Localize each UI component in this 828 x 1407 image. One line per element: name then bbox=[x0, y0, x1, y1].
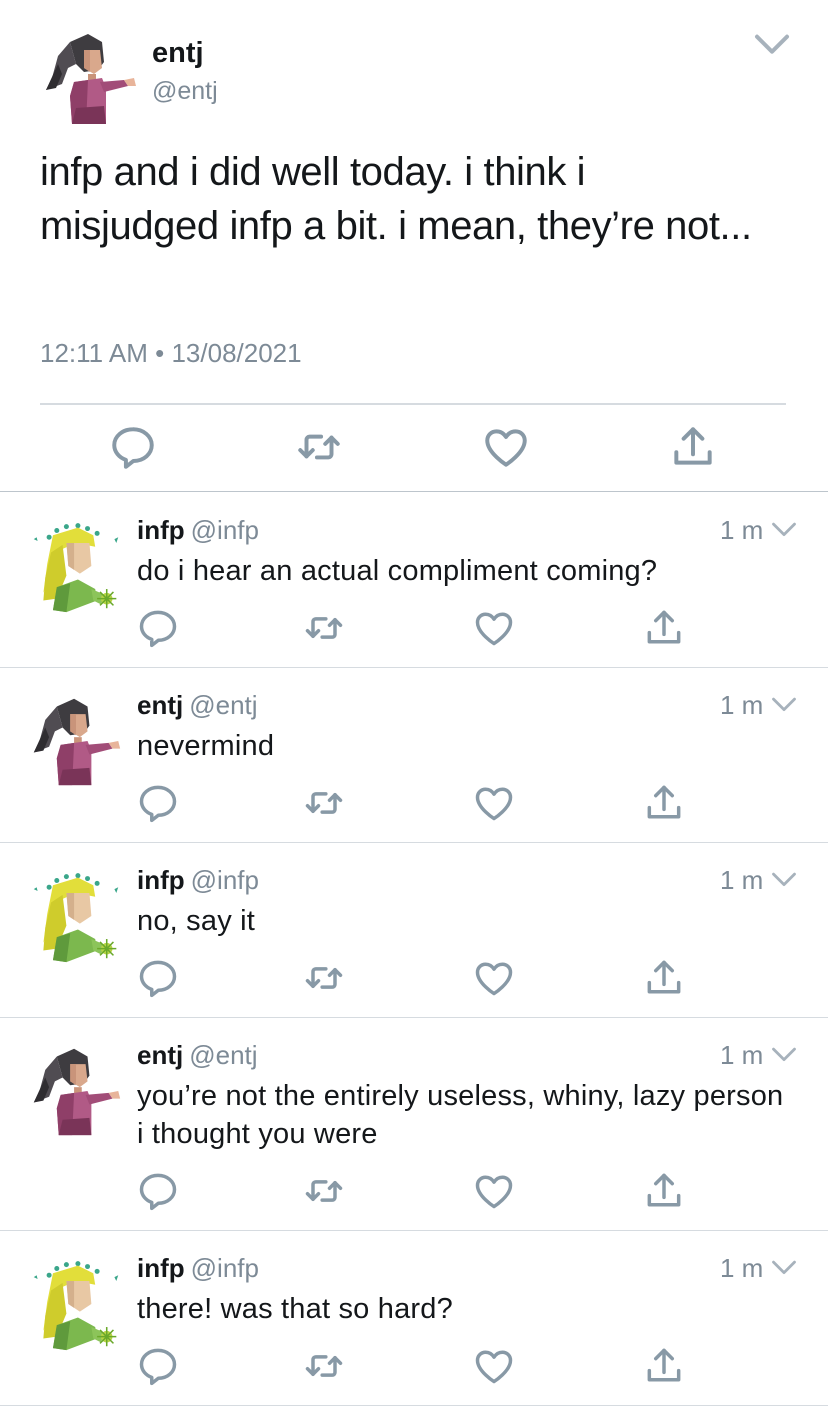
reply-tweet[interactable]: infp @infp 1 m no, say it bbox=[0, 844, 828, 1018]
main-tweet: entj @entj infp and i did well today. i … bbox=[0, 0, 828, 492]
reply-time: 1 m bbox=[720, 690, 764, 720]
author-handle[interactable]: @infp bbox=[191, 1253, 259, 1283]
author-handle[interactable]: @entj bbox=[189, 690, 257, 720]
reply-text: do i hear an actual compliment coming? bbox=[137, 555, 658, 587]
reply-text: no, say it bbox=[137, 905, 256, 937]
author-name[interactable]: infp bbox=[137, 515, 185, 545]
tweet-timestamp: 12:11 AM • 13/08/2021 bbox=[40, 338, 302, 368]
reply-tweet[interactable]: entj @entj 1 m nevermind bbox=[0, 669, 828, 843]
chevron-down-icon[interactable] bbox=[770, 870, 798, 890]
reply-tweet[interactable]: infp @infp 1 m do i hear an actual compli… bbox=[0, 494, 828, 668]
reply-tweet[interactable]: entj @entj 1 m you’re not the entirely us… bbox=[0, 1019, 828, 1231]
reply-header: entj @entj bbox=[137, 689, 258, 721]
retweet-icon[interactable] bbox=[302, 1344, 346, 1388]
like-icon[interactable] bbox=[472, 606, 516, 650]
author-handle[interactable]: @entj bbox=[189, 1040, 257, 1070]
author-name[interactable]: entj bbox=[137, 1040, 183, 1070]
share-icon[interactable] bbox=[642, 781, 686, 825]
author-handle[interactable]: @infp bbox=[191, 865, 259, 895]
share-icon[interactable] bbox=[642, 956, 686, 1000]
reply-icon[interactable] bbox=[136, 781, 180, 825]
infp-avatar[interactable] bbox=[28, 866, 124, 966]
author-name[interactable]: entj bbox=[137, 690, 183, 720]
retweet-icon[interactable] bbox=[302, 1169, 346, 1213]
reply-time: 1 m bbox=[720, 515, 764, 545]
share-icon[interactable] bbox=[668, 422, 718, 472]
retweet-icon[interactable] bbox=[302, 606, 346, 650]
retweet-icon[interactable] bbox=[294, 422, 344, 472]
infp-avatar[interactable] bbox=[28, 1254, 124, 1354]
chevron-down-icon[interactable] bbox=[770, 1045, 798, 1065]
divider bbox=[40, 403, 786, 405]
reply-text: nevermind bbox=[137, 730, 275, 762]
author-name[interactable]: infp bbox=[137, 1253, 185, 1283]
like-icon[interactable] bbox=[472, 781, 516, 825]
author-handle[interactable]: @entj bbox=[152, 76, 218, 106]
infp-avatar[interactable] bbox=[28, 516, 124, 616]
retweet-icon[interactable] bbox=[302, 781, 346, 825]
reply-icon[interactable] bbox=[136, 1344, 180, 1388]
share-icon[interactable] bbox=[642, 606, 686, 650]
like-icon[interactable] bbox=[472, 956, 516, 1000]
reply-tweet[interactable]: infp @infp 1 m there! was that so hard? bbox=[0, 1232, 828, 1406]
reply-icon[interactable] bbox=[108, 422, 158, 472]
reply-text: you’re not the entirely useless, whiny, … bbox=[137, 1080, 784, 1150]
author-handle[interactable]: @infp bbox=[191, 515, 259, 545]
like-icon[interactable] bbox=[472, 1169, 516, 1213]
chevron-down-icon[interactable] bbox=[770, 520, 798, 540]
reply-time: 1 m bbox=[720, 1040, 764, 1070]
reply-time: 1 m bbox=[720, 1253, 764, 1283]
reply-header: infp @infp bbox=[137, 514, 259, 546]
entj-avatar[interactable] bbox=[40, 28, 140, 128]
entj-avatar[interactable] bbox=[28, 691, 124, 791]
reply-icon[interactable] bbox=[136, 1169, 180, 1213]
tweet-text: infp and i did well today. i think i mis… bbox=[40, 150, 752, 248]
reply-icon[interactable] bbox=[136, 606, 180, 650]
chevron-down-icon[interactable] bbox=[770, 695, 798, 715]
reply-header: entj @entj bbox=[137, 1039, 258, 1071]
share-icon[interactable] bbox=[642, 1169, 686, 1213]
retweet-icon[interactable] bbox=[302, 956, 346, 1000]
reply-text: there! was that so hard? bbox=[137, 1293, 453, 1325]
reply-header: infp @infp bbox=[137, 1252, 259, 1284]
share-icon[interactable] bbox=[642, 1344, 686, 1388]
like-icon[interactable] bbox=[481, 422, 531, 472]
entj-avatar[interactable] bbox=[28, 1041, 124, 1141]
like-icon[interactable] bbox=[472, 1344, 516, 1388]
author-name[interactable]: infp bbox=[137, 865, 185, 895]
chevron-down-icon[interactable] bbox=[770, 1258, 798, 1278]
author-name[interactable]: entj bbox=[152, 36, 204, 70]
reply-icon[interactable] bbox=[136, 956, 180, 1000]
chevron-down-icon[interactable] bbox=[752, 30, 792, 60]
reply-header: infp @infp bbox=[137, 864, 259, 896]
reply-time: 1 m bbox=[720, 865, 764, 895]
